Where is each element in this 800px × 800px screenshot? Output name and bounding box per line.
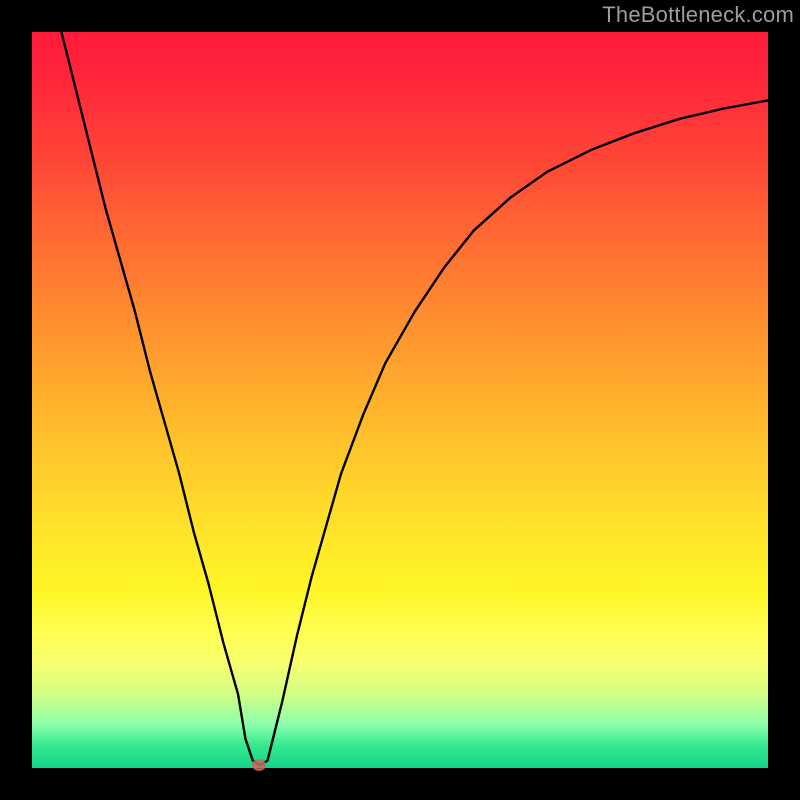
- chart-frame: TheBottleneck.com: [0, 0, 800, 800]
- bottleneck-curve: [32, 32, 768, 768]
- minimum-marker: [252, 759, 266, 771]
- plot-area: [32, 32, 768, 768]
- watermark-text: TheBottleneck.com: [602, 2, 794, 28]
